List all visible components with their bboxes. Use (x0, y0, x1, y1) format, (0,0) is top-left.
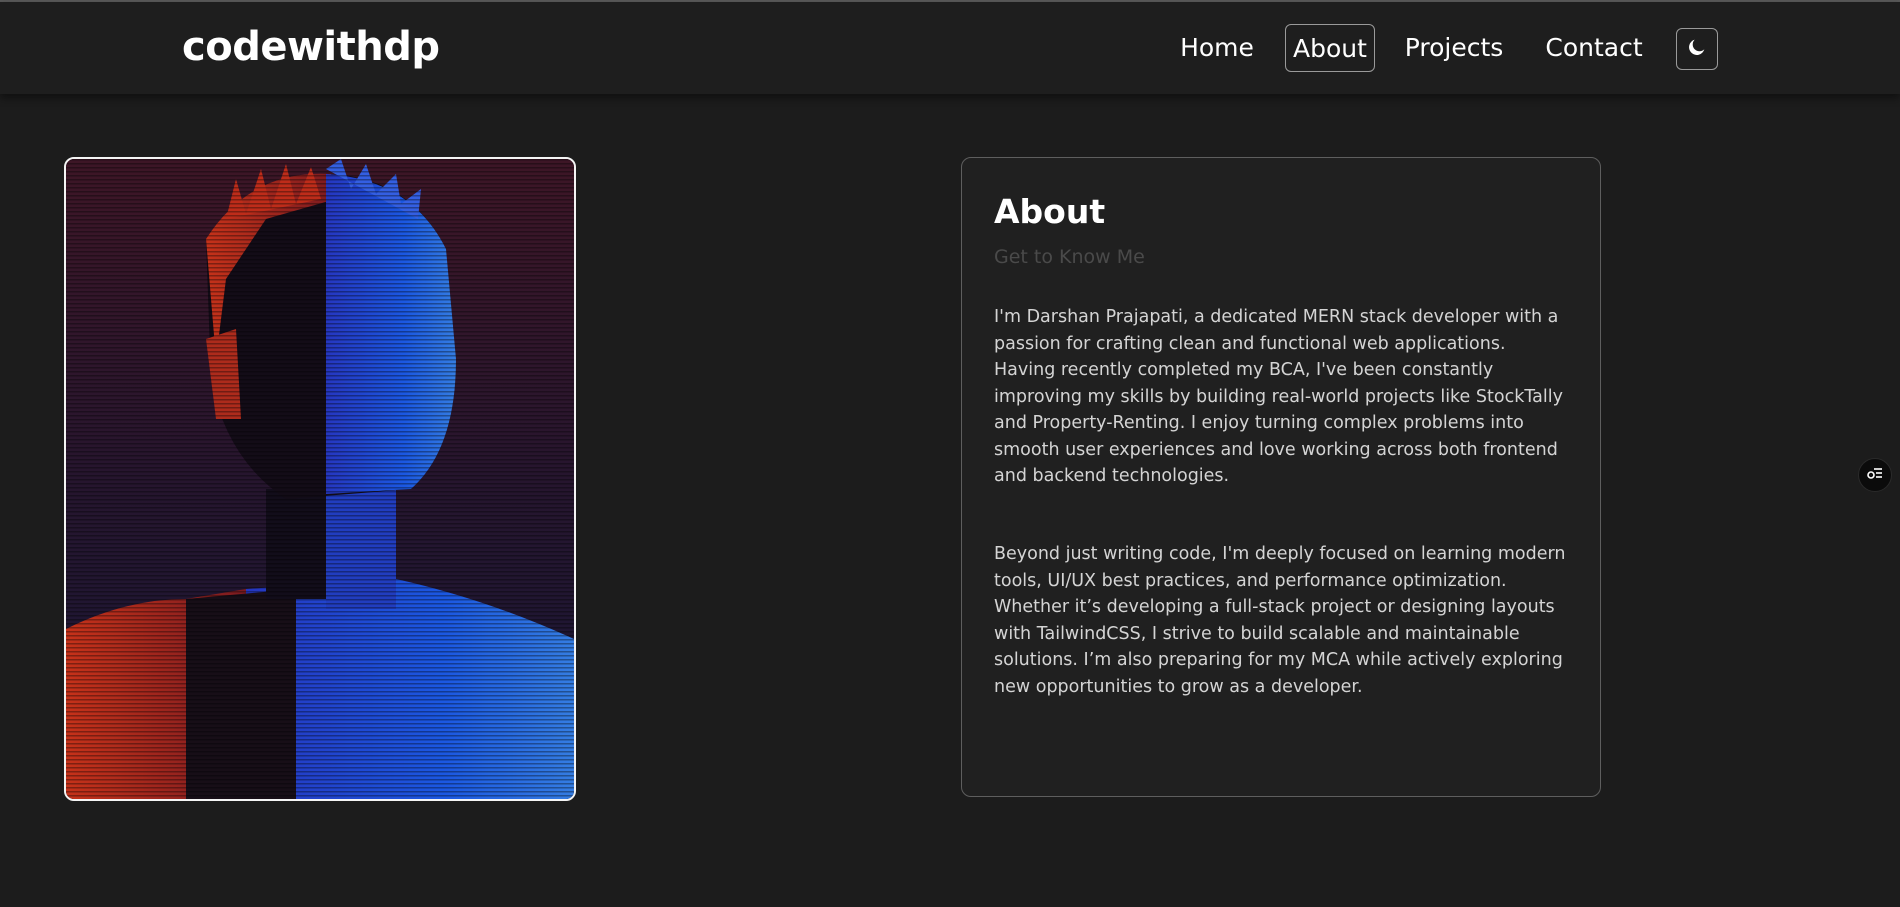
theme-toggle-button[interactable] (1676, 28, 1718, 70)
about-card: About Get to Know Me I'm Darshan Prajapa… (961, 157, 1601, 797)
about-paragraph-2: Beyond just writing code, I'm deeply foc… (994, 544, 1566, 697)
floating-settings-button[interactable] (1858, 458, 1892, 492)
navbar: codewithdp Home About Projects Contact (0, 2, 1900, 94)
nav-contact[interactable]: Contact (1538, 24, 1650, 72)
nav-home[interactable]: Home (1172, 24, 1262, 72)
moon-icon (1686, 36, 1708, 62)
profile-image (64, 157, 576, 801)
about-title: About (994, 192, 1106, 231)
nav-about[interactable]: About (1285, 24, 1375, 72)
about-paragraph-1: I'm Darshan Prajapati, a dedicated MERN … (994, 307, 1563, 486)
brand-logo[interactable]: codewithdp (182, 24, 440, 70)
about-subtitle: Get to Know Me (994, 246, 1145, 268)
settings-list-icon (1866, 464, 1884, 486)
glitch-portrait-image (66, 159, 574, 799)
nav-projects[interactable]: Projects (1398, 24, 1510, 72)
